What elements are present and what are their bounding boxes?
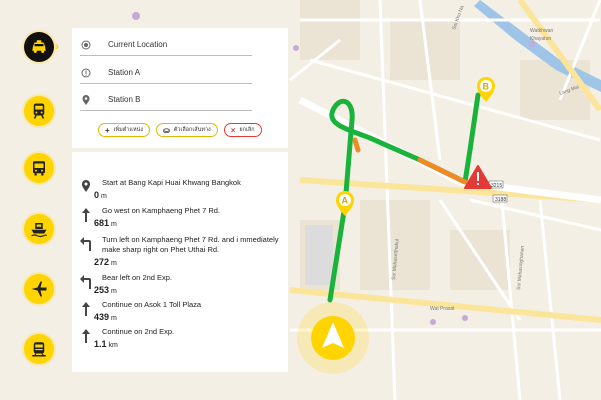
station-a-input[interactable] bbox=[108, 68, 248, 77]
add-location-label: เพิ่มตำแหน่ง bbox=[113, 127, 144, 133]
station-b-input[interactable] bbox=[108, 95, 248, 104]
chevron-right-icon: › bbox=[55, 39, 59, 53]
metro-icon bbox=[32, 342, 46, 357]
step-distance: 0 m bbox=[94, 190, 107, 200]
step-text: Continue on Asok 1 Toll Plaza bbox=[102, 300, 202, 309]
step-text: Turn left on Kamphaeng Phet 7 Rd. and i … bbox=[102, 235, 279, 254]
plane-icon bbox=[31, 281, 47, 297]
station-b-field[interactable] bbox=[80, 89, 252, 111]
mode-bus-button[interactable] bbox=[24, 153, 54, 183]
route-options-label: ตัวเลือกเส้นทาง bbox=[173, 127, 211, 133]
map-label-wat-khwan-sub: Khayaton bbox=[530, 36, 551, 42]
mode-plane-button[interactable] bbox=[24, 274, 54, 304]
route-search-panel: + เพิ่มตำแหน่ง ⛀ ตัวเลือกเส้นทาง × ยกเลิ… bbox=[72, 28, 288, 148]
cancel-label: ยกเลิก bbox=[239, 127, 255, 133]
bus-icon bbox=[33, 161, 45, 176]
info-icon bbox=[80, 67, 92, 79]
directions-panel: Start at Bang Kapi Huai Khwang Bangkok 0… bbox=[72, 152, 288, 372]
step-distance: 253 m bbox=[94, 285, 117, 295]
route-traffic-segment-2 bbox=[352, 137, 361, 153]
close-icon: × bbox=[230, 125, 236, 135]
mode-metro-button[interactable] bbox=[24, 334, 54, 364]
turn-left-icon bbox=[78, 235, 94, 267]
station-a-field[interactable] bbox=[80, 62, 252, 84]
map-building bbox=[305, 225, 333, 285]
direction-step[interactable]: Continue on 2nd Exp. 1.1 km bbox=[78, 327, 284, 349]
direction-step[interactable]: Go west on Kamphaeng Phet 7 Rd. 681 m bbox=[78, 206, 284, 228]
current-location-icon[interactable] bbox=[297, 302, 369, 374]
direction-step[interactable]: Start at Bang Kapi Huai Khwang Bangkok 0… bbox=[78, 178, 284, 200]
route-action-buttons: + เพิ่มตำแหน่ง ⛀ ตัวเลือกเส้นทาง × ยกเลิ… bbox=[98, 123, 262, 137]
route-options-button[interactable]: ⛀ ตัวเลือกเส้นทาง bbox=[156, 123, 218, 137]
map-label-wat-khwan: Watkhwan bbox=[530, 28, 553, 34]
location-pin-icon bbox=[78, 178, 94, 200]
svg-text:3188: 3188 bbox=[495, 197, 506, 203]
direction-step[interactable]: Turn left on Kamphaeng Phet 7 Rd. and i … bbox=[78, 235, 284, 267]
step-distance: 681 m bbox=[94, 218, 117, 228]
arrow-up-icon bbox=[78, 327, 94, 349]
target-icon bbox=[80, 39, 92, 51]
cancel-button[interactable]: × ยกเลิก bbox=[223, 123, 262, 137]
map-label-wat-prasat: Wat Prasat bbox=[430, 306, 455, 312]
svg-text:A: A bbox=[342, 196, 349, 206]
step-distance: 1.1 km bbox=[94, 339, 118, 349]
mode-taxi-button[interactable] bbox=[24, 32, 54, 62]
road-number-3188: 3188 bbox=[492, 194, 508, 203]
taxi-icon bbox=[32, 40, 46, 53]
current-location-input[interactable] bbox=[108, 40, 248, 49]
arrow-up-icon bbox=[78, 300, 94, 322]
svg-text:B: B bbox=[483, 82, 490, 92]
step-text: Bear left on 2nd Exp. bbox=[102, 273, 173, 282]
add-location-button[interactable]: + เพิ่มตำแหน่ง bbox=[98, 123, 151, 137]
step-text: Start at Bang Kapi Huai Khwang Bangkok bbox=[102, 178, 241, 187]
boat-icon bbox=[31, 223, 48, 238]
mode-train-button[interactable] bbox=[24, 96, 54, 126]
route-options-icon: ⛀ bbox=[163, 125, 170, 135]
step-distance: 439 m bbox=[94, 312, 117, 322]
bear-left-icon bbox=[78, 273, 94, 295]
svg-text:3215: 3215 bbox=[491, 183, 502, 189]
location-pin-icon bbox=[80, 94, 92, 106]
direction-step[interactable]: Continue on Asok 1 Toll Plaza 439 m bbox=[78, 300, 284, 322]
direction-step[interactable]: Bear left on 2nd Exp. 253 m bbox=[78, 273, 284, 295]
plus-icon: + bbox=[105, 125, 110, 135]
mode-boat-button[interactable] bbox=[24, 214, 54, 244]
step-text: Continue on 2nd Exp. bbox=[102, 327, 175, 336]
arrow-up-icon bbox=[78, 206, 94, 228]
step-distance: 272 m bbox=[94, 257, 117, 267]
step-text: Go west on Kamphaeng Phet 7 Rd. bbox=[102, 206, 220, 215]
train-icon bbox=[33, 103, 45, 119]
current-location-field[interactable] bbox=[80, 34, 252, 56]
